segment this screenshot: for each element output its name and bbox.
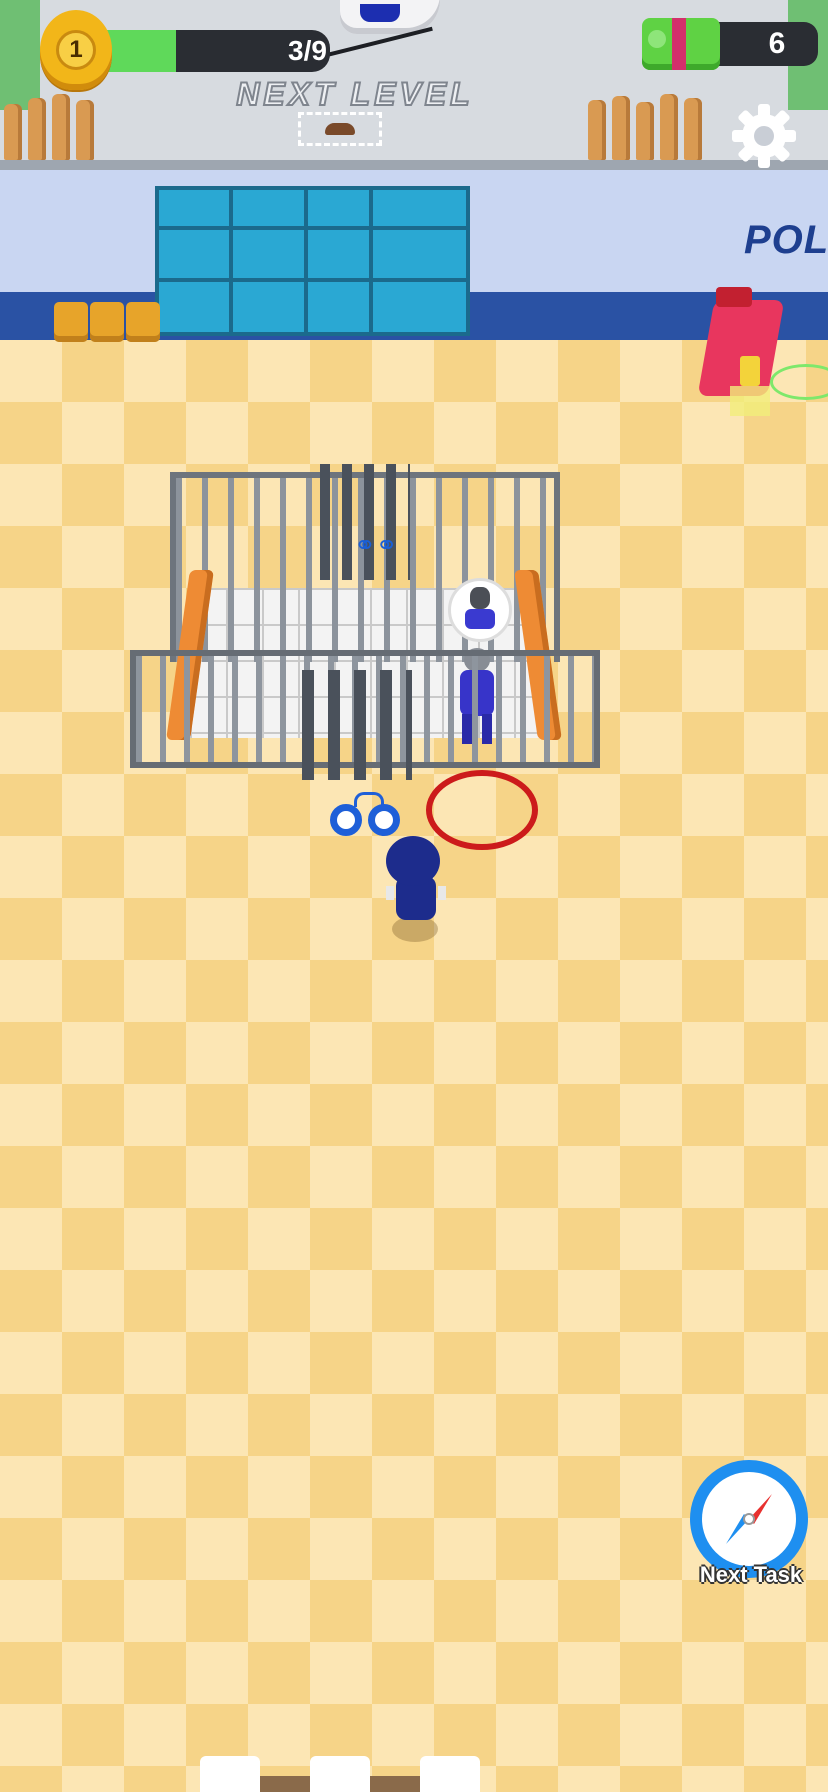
handcuffs-icon: ⚭⚭ <box>354 530 398 560</box>
next-task-button[interactable] <box>690 1460 808 1578</box>
next-level-zone[interactable] <box>298 112 382 146</box>
progress-text: 3/9 <box>288 35 327 66</box>
cash-counter: 6 <box>642 18 818 70</box>
cell-front-door <box>302 670 412 780</box>
handcuffs-icon[interactable] <box>326 792 406 840</box>
cash-value: 6 <box>768 27 786 60</box>
level-number: 1 <box>56 30 96 70</box>
desk-pencils <box>740 356 760 386</box>
level-badge-icon: 1 <box>40 10 112 90</box>
bottom-structure <box>200 1756 480 1792</box>
desk-files <box>716 287 752 307</box>
fence-right <box>584 90 702 160</box>
compass-icon <box>702 1472 796 1566</box>
player-character[interactable] <box>380 836 450 956</box>
level-progress-bar: 3/9 <box>100 30 330 72</box>
station-door <box>155 186 470 336</box>
cash-icon <box>642 18 720 70</box>
next-level-label: NEXT LEVEL <box>235 75 474 113</box>
gear-icon[interactable] <box>728 100 800 172</box>
cell-back-door <box>320 464 410 580</box>
fence-left <box>0 90 110 160</box>
jail-cell: ⚭⚭ <box>130 464 600 780</box>
prisoner-avatar-bubble <box>448 578 512 642</box>
wall-sign: POL <box>744 218 828 262</box>
desk-zone <box>730 386 770 416</box>
hat-icon <box>325 123 355 135</box>
next-task-label[interactable]: Next Task <box>676 1562 826 1588</box>
